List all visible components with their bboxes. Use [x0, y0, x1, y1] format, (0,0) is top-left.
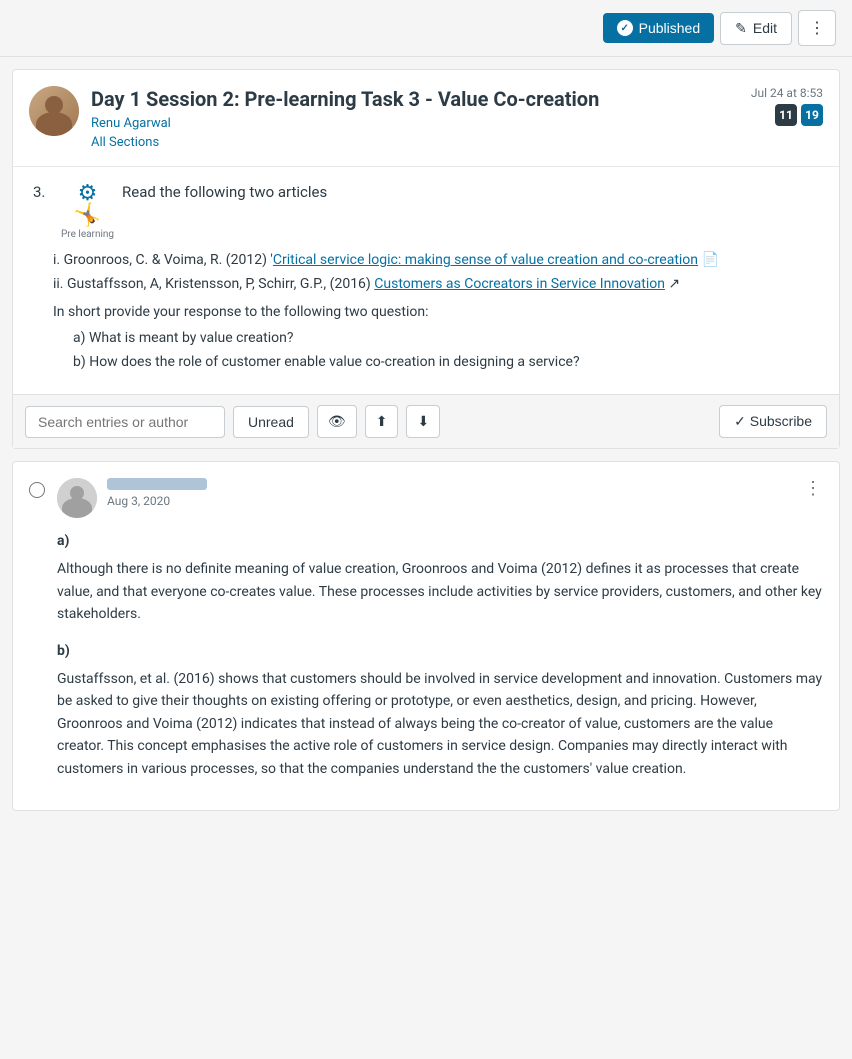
- pencil-icon: ✎: [735, 20, 747, 37]
- reply-avatar: [57, 478, 97, 518]
- article1-suffix: 📄: [698, 252, 719, 268]
- badges: 11 19: [751, 104, 823, 126]
- section-b-text: Gustaffsson, et al. (2016) shows that cu…: [57, 668, 823, 780]
- header-info: Day 1 Session 2: Pre-learning Task 3 - V…: [91, 86, 739, 150]
- reply-section-a: a) Although there is no definite meaning…: [57, 530, 823, 626]
- upload-button[interactable]: ⬆: [365, 405, 399, 438]
- reply-username: [107, 478, 207, 490]
- edit-label: Edit: [753, 20, 777, 36]
- reply-header: Aug 3, 2020 ⋮: [57, 478, 823, 518]
- task-number: 3.: [33, 183, 53, 201]
- reply-section-b: b) Gustaffsson, et al. (2016) shows that…: [57, 640, 823, 780]
- article2-prefix: ii. Gustaffsson, A, Kristensson, P, Schi…: [53, 276, 374, 292]
- unread-badge: 11: [775, 104, 797, 126]
- toolbar: Unread 👁 ⬆ ⬇ ✓ Subscribe: [13, 394, 839, 448]
- header-meta: Jul 24 at 8:53 11 19: [751, 86, 823, 126]
- watch-icon-button[interactable]: 👁: [317, 405, 357, 438]
- reply-item: Aug 3, 2020 ⋮ a) Although there is no de…: [29, 478, 823, 794]
- eye-icon: 👁: [328, 413, 346, 430]
- article2-suffix: ↗: [665, 276, 680, 292]
- questions-intro: In short provide your response to the fo…: [53, 304, 819, 320]
- replies-section: Aug 3, 2020 ⋮ a) Although there is no de…: [12, 461, 840, 811]
- section-a-label: a): [57, 530, 823, 552]
- unread-button[interactable]: Unread: [233, 406, 309, 438]
- edit-button[interactable]: ✎ Edit: [720, 12, 792, 45]
- discussion-body: 3. ⚙ 🤸 Pre learning Read the following t…: [13, 167, 839, 394]
- reply-select[interactable]: [29, 482, 45, 794]
- reply-meta: Aug 3, 2020: [107, 478, 794, 508]
- download-icon: ⬇: [417, 413, 429, 430]
- search-input[interactable]: [25, 406, 225, 438]
- published-label: Published: [639, 20, 701, 36]
- subscribe-button[interactable]: ✓ Subscribe: [719, 405, 827, 438]
- author-name[interactable]: Renu Agarwal: [91, 116, 739, 131]
- upload-icon: ⬆: [376, 413, 388, 430]
- question-b: b) How does the role of customer enable …: [73, 354, 819, 370]
- article2-link[interactable]: Customers as Cocreators in Service Innov…: [374, 276, 665, 292]
- questions-block: In short provide your response to the fo…: [53, 304, 819, 370]
- article1-prefix: i. Groonroos, C. & Voima, R. (2012) ': [53, 252, 273, 268]
- pre-learning-icon-group: ⚙ 🤸 Pre learning: [61, 183, 114, 240]
- reply-avatar-image: [57, 478, 97, 518]
- total-badge: 19: [801, 104, 823, 126]
- person-icon: 🤸: [74, 205, 101, 227]
- top-bar: Published ✎ Edit ⋮: [0, 0, 852, 57]
- discussion-header: Day 1 Session 2: Pre-learning Task 3 - V…: [13, 70, 839, 167]
- reply-radio-input[interactable]: [29, 482, 45, 498]
- gear-icon: ⚙: [78, 183, 98, 205]
- discussion-title: Day 1 Session 2: Pre-learning Task 3 - V…: [91, 86, 739, 112]
- reply-more-button[interactable]: ⋮: [804, 478, 823, 499]
- task-item: 3. ⚙ 🤸 Pre learning Read the following t…: [33, 183, 819, 240]
- author-avatar: [29, 86, 79, 136]
- main-content: Day 1 Session 2: Pre-learning Task 3 - V…: [12, 69, 840, 449]
- all-sections-link[interactable]: All Sections: [91, 135, 159, 150]
- post-date: Jul 24 at 8:53: [751, 86, 823, 100]
- question-a: a) What is meant by value creation?: [73, 330, 819, 346]
- more-options-button[interactable]: ⋮: [798, 10, 836, 46]
- published-button[interactable]: Published: [603, 13, 715, 43]
- reply-content: Aug 3, 2020 ⋮ a) Although there is no de…: [57, 478, 823, 794]
- download-button[interactable]: ⬇: [406, 405, 440, 438]
- section-b-label: b): [57, 640, 823, 662]
- article1-link[interactable]: Critical service logic: making sense of …: [273, 252, 698, 268]
- icon-label: Pre learning: [61, 229, 114, 240]
- section-a-text: Although there is no definite meaning of…: [57, 558, 823, 625]
- article-item-2: ii. Gustaffsson, A, Kristensson, P, Schi…: [53, 276, 819, 292]
- reply-date: Aug 3, 2020: [107, 494, 794, 508]
- more-icon: ⋮: [809, 20, 825, 37]
- task-text: Read the following two articles: [122, 183, 327, 201]
- check-icon: [617, 20, 633, 36]
- article-list: i. Groonroos, C. & Voima, R. (2012) 'Cri…: [53, 252, 819, 292]
- article-item-1: i. Groonroos, C. & Voima, R. (2012) 'Cri…: [53, 252, 819, 268]
- avatar-image: [29, 86, 79, 136]
